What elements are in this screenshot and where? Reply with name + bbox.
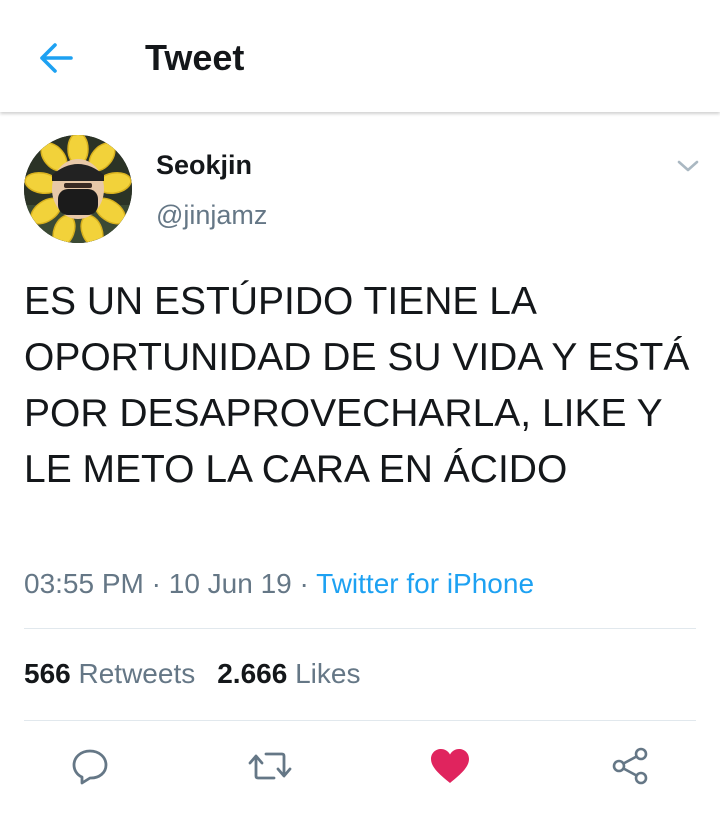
arrow-left-icon — [40, 43, 73, 73]
back-button[interactable] — [30, 36, 82, 80]
meta-separator: · — [143, 568, 169, 599]
tweet-text: ES UN ESTÚPIDO TIENE LA OPORTUNIDAD DE S… — [24, 280, 690, 491]
share-button[interactable] — [608, 744, 652, 788]
retweets-label: Retweets — [78, 658, 196, 689]
retweets-count: 566 — [24, 658, 71, 689]
tweet-date: 10 Jun 19 — [168, 568, 292, 599]
user-handle[interactable]: @jinjamz — [156, 198, 267, 232]
tweet-stats: 566 Retweets 2.666 Likes — [24, 654, 360, 694]
avatar-image — [24, 135, 132, 243]
retweet-button[interactable] — [248, 744, 292, 788]
meta-separator: · — [291, 568, 317, 599]
heart-icon — [431, 749, 469, 783]
top-bar: Tweet — [0, 0, 720, 112]
likes-label: Likes — [295, 658, 361, 689]
divider — [24, 628, 696, 629]
avatar[interactable] — [24, 135, 132, 243]
likes-count: 2.666 — [217, 658, 288, 689]
tweet-options-button[interactable] — [672, 150, 704, 182]
retweets-stat[interactable]: 566 Retweets — [24, 658, 195, 689]
likes-stat[interactable]: 2.666 Likes — [217, 658, 360, 689]
tweet-meta: 03:55 PM · 10 Jun 19 · Twitter for iPhon… — [24, 564, 534, 604]
reply-button[interactable] — [68, 744, 112, 788]
divider — [24, 720, 696, 721]
chevron-down-icon — [677, 160, 699, 172]
reply-icon — [72, 749, 108, 785]
tweet-source-link[interactable]: Twitter for iPhone — [316, 568, 534, 599]
retweet-icon — [248, 752, 292, 780]
like-button[interactable] — [428, 744, 472, 788]
page-title: Tweet — [145, 37, 245, 78]
user-name[interactable]: Seokjin — [156, 148, 252, 182]
tweet-time: 03:55 PM — [24, 568, 144, 599]
share-icon — [612, 747, 648, 785]
